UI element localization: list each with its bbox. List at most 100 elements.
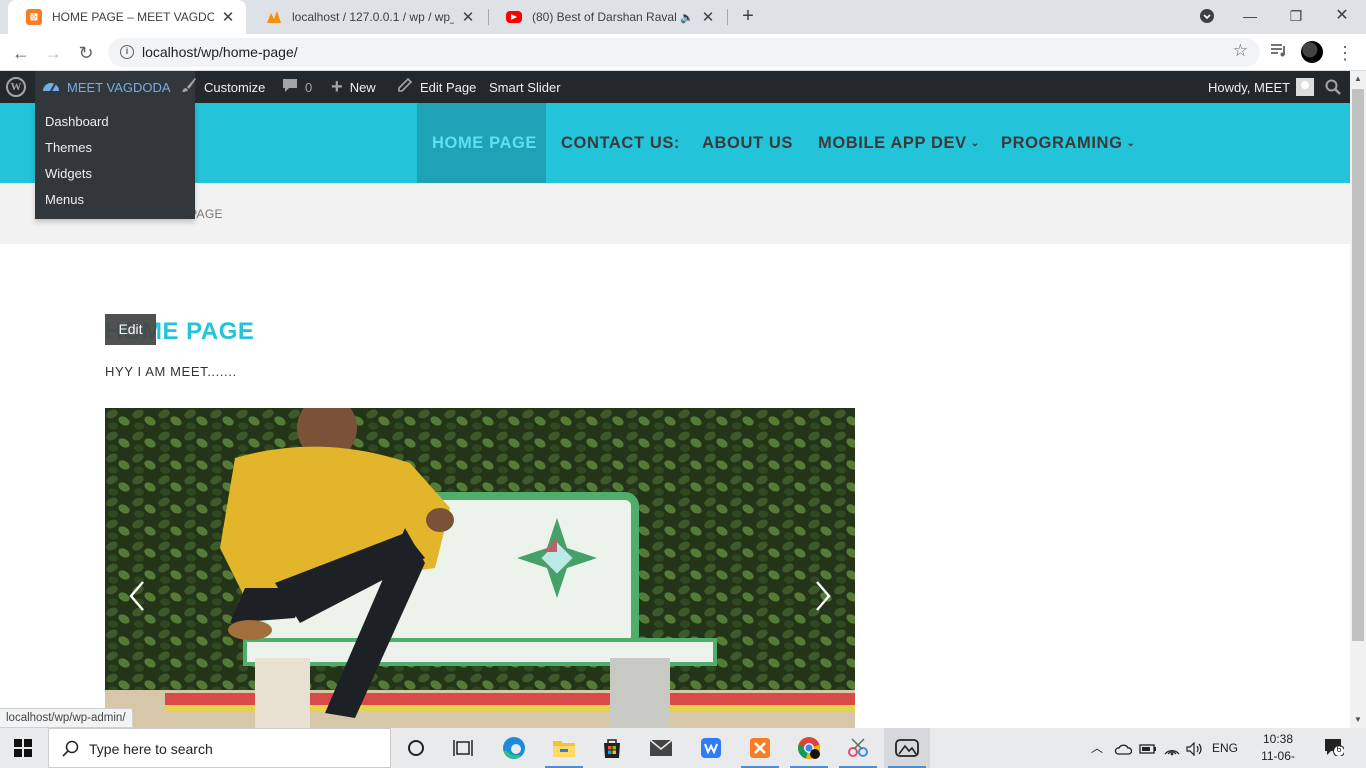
photos-app-icon[interactable]	[884, 728, 930, 768]
minimize-button[interactable]: —	[1238, 4, 1262, 28]
audio-playing-icon[interactable]: 🔈	[680, 11, 694, 24]
tab-separator	[727, 9, 728, 25]
bookmark-star-icon[interactable]: ☆	[1233, 41, 1248, 61]
snip-sketch-icon[interactable]	[835, 728, 881, 768]
tab-home-page[interactable]: ⊠ HOME PAGE – MEET VAGDODA ✕	[8, 0, 246, 34]
profile-avatar[interactable]	[1301, 41, 1323, 63]
scroll-up-arrow-icon[interactable]: ▲	[1350, 71, 1366, 87]
search-icon[interactable]	[1325, 71, 1341, 103]
media-control-icon[interactable]	[1268, 42, 1290, 64]
nav-mobile-app-dev[interactable]: MOBILE APP DEV ⌄	[818, 103, 980, 183]
nav-contact-us[interactable]: CONTACT US:	[561, 103, 680, 183]
dropdown-item-menus[interactable]: Menus	[35, 189, 195, 215]
reload-button[interactable]: ↻	[73, 40, 99, 66]
wp-logo-icon[interactable]: W	[6, 71, 26, 103]
site-name-menu[interactable]: MEET VAGDODA	[35, 71, 195, 103]
file-explorer-icon[interactable]	[541, 728, 587, 768]
site-info-icon[interactable]: i	[120, 45, 134, 59]
close-window-button[interactable]: ✕	[1330, 4, 1354, 28]
page-body-text: HYY I AM MEET.......	[105, 364, 237, 379]
clock-date: 11-06-2021	[1261, 749, 1295, 768]
edge-browser-icon[interactable]	[491, 728, 537, 768]
phpmyadmin-favicon-icon	[266, 9, 282, 25]
chrome-icon[interactable]	[786, 728, 832, 768]
language-indicator[interactable]: ENG	[1212, 728, 1238, 768]
customize-link[interactable]: Customize	[181, 71, 265, 103]
taskbar-search-input[interactable]: Type here to search	[48, 728, 391, 768]
battery-icon[interactable]	[1139, 728, 1157, 768]
clock[interactable]: 10:38 11-06-2021	[1248, 731, 1308, 768]
new-tab-button[interactable]: +	[738, 6, 758, 26]
slider-photo	[105, 408, 855, 728]
site-header: HOME PAGE CONTACT US: ABOUT US MOBILE AP…	[0, 103, 1350, 183]
wp-admin-bar: W MEET VAGDODA Customize 0 + New Edit Pa…	[0, 71, 1350, 103]
edit-page-label: Edit Page	[420, 79, 477, 95]
volume-icon[interactable]	[1186, 728, 1204, 768]
nav-label: ABOUT US	[702, 134, 793, 152]
close-tab-icon[interactable]: ✕	[220, 8, 236, 26]
tab-title: HOME PAGE – MEET VAGDODA	[52, 10, 214, 24]
tab-youtube[interactable]: (80) Best of Darshan Raval so 🔈 ✕	[488, 0, 726, 34]
new-label: New	[349, 79, 376, 95]
scroll-thumb[interactable]	[1352, 89, 1364, 641]
search-icon	[62, 740, 79, 757]
comments-count: 0	[305, 79, 313, 95]
howdy-label: Howdy, MEET	[1208, 79, 1291, 95]
chevron-down-icon: ⌄	[970, 138, 980, 149]
site-name-label: MEET VAGDODA	[67, 79, 171, 95]
onedrive-cloud-icon[interactable]	[1114, 728, 1133, 768]
task-view-icon[interactable]	[440, 728, 486, 768]
microsoft-store-icon[interactable]	[589, 728, 635, 768]
nav-label: CONTACT US:	[561, 134, 681, 152]
forward-button[interactable]: →	[40, 40, 66, 66]
edit-button[interactable]: Edit	[105, 314, 156, 345]
dropdown-item-dashboard[interactable]: Dashboard	[35, 111, 195, 137]
wifi-icon[interactable]	[1163, 728, 1181, 768]
restore-button[interactable]: ❐	[1284, 4, 1308, 28]
slider-next-arrow-icon[interactable]	[811, 578, 835, 614]
cortana-icon[interactable]	[393, 728, 439, 768]
slider-prev-arrow-icon[interactable]	[125, 578, 149, 614]
back-button[interactable]: ←	[8, 40, 34, 66]
link-status-bar: localhost/wp/wp-admin/	[0, 708, 133, 728]
close-tab-icon[interactable]: ✕	[700, 8, 716, 26]
windows-taskbar: Type here to search ︿ ENG 10:38 11-06- 6	[0, 728, 1366, 768]
search-placeholder: Type here to search	[89, 741, 213, 757]
page-scrollbar[interactable]: ▲ ▼	[1350, 71, 1366, 728]
tab-title: (80) Best of Darshan Raval so	[532, 10, 677, 24]
tab-search-icon[interactable]	[1195, 4, 1219, 28]
browser-toolbar: ← → ↻ i localhost/wp/home-page/ ☆ ⋮	[0, 34, 1366, 71]
menu-kebab-icon[interactable]: ⋮	[1334, 42, 1356, 64]
my-account-link[interactable]: Howdy, MEET	[1208, 71, 1315, 103]
nav-programing[interactable]: PROGRAMING ⌄	[1001, 103, 1135, 183]
wps-office-icon[interactable]	[688, 728, 734, 768]
url-text: localhost/wp/home-page/	[142, 44, 298, 60]
nav-home-page[interactable]: HOME PAGE	[417, 103, 546, 183]
comments-link[interactable]: 0	[282, 71, 312, 103]
customize-label: Customize	[204, 79, 266, 95]
plus-icon: +	[331, 75, 343, 98]
new-content-link[interactable]: + New	[331, 71, 376, 103]
dropdown-item-widgets[interactable]: Widgets	[35, 163, 195, 189]
user-avatar	[1296, 78, 1315, 96]
nav-label: HOME PAGE	[432, 134, 538, 152]
edit-page-link[interactable]: Edit Page	[397, 71, 476, 103]
nav-about-us[interactable]: ABOUT US	[702, 103, 793, 183]
site-name-dropdown: Dashboard Themes Widgets Menus	[35, 103, 195, 219]
windows-start-icon[interactable]	[14, 739, 32, 757]
tab-title: localhost / 127.0.0.1 / wp / wp_po	[292, 10, 454, 24]
notification-center-icon[interactable]: 6	[1324, 738, 1345, 757]
scroll-down-arrow-icon[interactable]: ▼	[1350, 712, 1366, 728]
dropdown-item-themes[interactable]: Themes	[35, 137, 195, 163]
smart-slider-label: Smart Slider	[489, 79, 561, 95]
mail-icon[interactable]	[638, 728, 684, 768]
browser-tab-strip: ⊠ HOME PAGE – MEET VAGDODA ✕ localhost /…	[0, 0, 1366, 34]
brush-icon	[181, 77, 197, 97]
address-bar[interactable]: i localhost/wp/home-page/ ☆	[108, 38, 1260, 67]
smart-slider-link[interactable]: Smart Slider	[489, 71, 561, 103]
xampp-icon[interactable]	[737, 728, 783, 768]
notification-count: 6	[1336, 744, 1342, 754]
close-tab-icon[interactable]: ✕	[460, 8, 476, 26]
show-hidden-icons-chevron-icon[interactable]: ︿	[1091, 728, 1103, 768]
tab-phpmyadmin[interactable]: localhost / 127.0.0.1 / wp / wp_po ✕	[248, 0, 486, 34]
